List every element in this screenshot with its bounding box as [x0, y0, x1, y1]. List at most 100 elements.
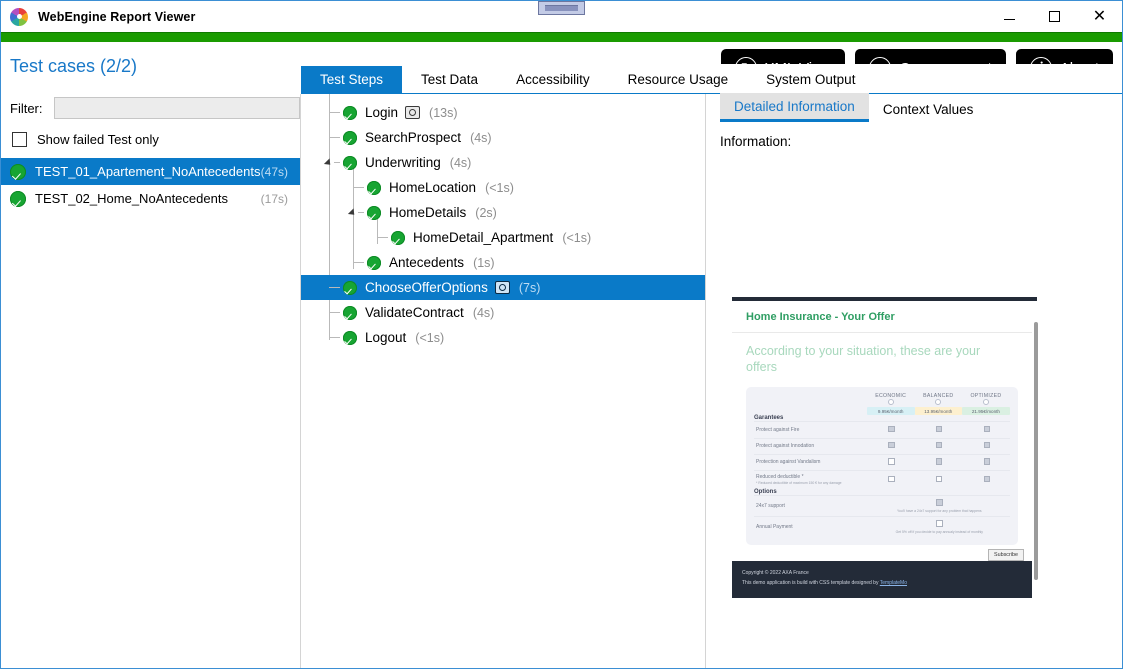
- passed-status-icon: [343, 305, 357, 320]
- tree-node-duration: (<1s): [485, 180, 514, 195]
- footer-copyright: Copyright © 2022 AXA France: [742, 570, 809, 577]
- tree-node-name: HomeLocation: [389, 180, 477, 195]
- tab-label: System Output: [766, 72, 856, 87]
- test-case-name: TEST_01_Apartement_NoAntecedents: [35, 164, 261, 179]
- test-case-list: TEST_01_Apartement_NoAntecedents (47s) T…: [1, 158, 300, 212]
- plan-radio-balanced[interactable]: [935, 399, 942, 406]
- option-note: You'll have a 24x7 support for any probl…: [897, 508, 982, 513]
- expander-arrow-icon[interactable]: [347, 208, 358, 218]
- minimize-icon[interactable]: [987, 1, 1032, 31]
- option-label: Annual Payment: [754, 515, 867, 538]
- plan-radio-economic[interactable]: [887, 399, 894, 406]
- tree-row[interactable]: HomeDetails (2s): [301, 200, 705, 225]
- main-tab-bar: Test Steps Test Data Accessibility Resou…: [301, 64, 1122, 94]
- tree-node-duration: (7s): [518, 280, 541, 295]
- tab-test-data[interactable]: Test Data: [402, 66, 497, 93]
- step-screenshot-preview[interactable]: Home Insurance - Your Offer According to…: [732, 297, 1039, 602]
- guarantee-note: * Reduced deductible of maximum 150 € fo…: [756, 481, 842, 486]
- offer-price-row: 9.95€/month 13.95€/month 21.95€/month: [754, 407, 1010, 416]
- main-area: Filter: Show failed Test only TEST_01_Ap…: [1, 64, 1122, 668]
- guarantee-row: Protection against Vandalism: [754, 453, 1010, 471]
- offer-table-card: ECONOMIC BALANCED OPTIMIZED 9.95€/month …: [746, 387, 1018, 546]
- tab-accessibility[interactable]: Accessibility: [497, 66, 609, 93]
- tree-node-duration: (<1s): [562, 230, 592, 245]
- templatemo-link[interactable]: TemplateMo: [880, 580, 907, 586]
- tree-row[interactable]: ValidateContract (4s): [301, 300, 705, 325]
- tree-row[interactable]: Logout (<1s): [301, 325, 705, 350]
- plan-radio-optimized[interactable]: [982, 399, 989, 406]
- screenshot-camera-icon[interactable]: [405, 106, 421, 119]
- guarantee-label: Protection against Vandalism: [754, 453, 867, 471]
- guarantee-check: [888, 425, 895, 433]
- screenshot-page-title: Home Insurance - Your Offer: [732, 301, 1032, 333]
- test-case-item-1[interactable]: TEST_01_Apartement_NoAntecedents (47s): [1, 158, 300, 185]
- guarantee-check: [888, 475, 895, 483]
- guarantee-row: Protect against Fire: [754, 421, 1010, 439]
- guarantee-check: [888, 442, 895, 449]
- expander-arrow-icon[interactable]: [323, 158, 334, 168]
- guarantee-label: Reduced deductible *: [756, 474, 804, 481]
- screenshot-page: Home Insurance - Your Offer According to…: [732, 301, 1032, 599]
- option-check: [936, 520, 943, 527]
- tree-row[interactable]: HomeLocation (<1s): [301, 175, 705, 200]
- plan-price: 9.95€/month: [866, 407, 915, 416]
- tree-row[interactable]: HomeDetail_Apartment (<1s): [301, 225, 705, 250]
- test-case-name: TEST_02_Home_NoAntecedents: [35, 191, 228, 206]
- tree-node-duration: (13s): [429, 105, 458, 120]
- plan-price: 13.95€/month: [914, 407, 962, 416]
- sub-tab-detailed-information[interactable]: Detailed Information: [720, 93, 869, 122]
- title-bar: WebEngine Report Viewer ✕: [1, 1, 1122, 32]
- screenshot-scrollbar[interactable]: [1033, 319, 1038, 584]
- subscribe-button[interactable]: Subscribe: [988, 549, 1024, 562]
- tab-system-output[interactable]: System Output: [747, 66, 874, 93]
- passed-status-icon: [10, 163, 26, 180]
- test-case-item-2[interactable]: TEST_02_Home_NoAntecedents (17s): [1, 185, 300, 212]
- tree-node-duration: (2s): [475, 205, 497, 220]
- passed-status-icon: [343, 105, 357, 120]
- tree-node-name: SearchProspect: [365, 130, 462, 145]
- offer-radio-row: [754, 399, 1010, 407]
- tree-row[interactable]: Antecedents (1s): [301, 250, 705, 275]
- tree-row[interactable]: SearchProspect (4s): [301, 125, 705, 150]
- option-row: Annual Payment Get 5% off if you decide …: [754, 515, 1010, 538]
- tree-node-name: Underwriting: [365, 155, 441, 170]
- details-sub-tabs: Detailed Information Context Values: [706, 93, 1122, 122]
- screenshot-camera-icon[interactable]: [494, 281, 510, 294]
- filter-input[interactable]: [53, 97, 300, 119]
- tree-node-name: Antecedents: [389, 255, 465, 270]
- guarantee-label: Protect against Fire: [754, 421, 867, 439]
- passed-status-icon: [391, 230, 405, 245]
- tree-node-name: Logout: [365, 330, 407, 345]
- passed-status-icon: [343, 130, 357, 145]
- window-controls: ✕: [987, 1, 1122, 31]
- maximize-icon[interactable]: [1032, 1, 1077, 31]
- passed-status-icon: [10, 190, 26, 207]
- tree-node-duration: (1s): [473, 255, 495, 270]
- test-steps-tree: Login (13s) SearchProspect (4s) Underwri…: [301, 94, 705, 350]
- test-cases-title: Test cases (2/2): [10, 56, 138, 76]
- screenshot-footer: Copyright © 2022 AXA France This demo ap…: [732, 561, 1032, 599]
- passed-status-icon: [343, 155, 357, 170]
- tab-label: Accessibility: [516, 72, 590, 87]
- tab-label: Test Data: [421, 72, 479, 87]
- tree-node-name: HomeDetails: [389, 205, 467, 220]
- show-failed-checkbox[interactable]: [12, 131, 27, 147]
- tree-node-name: ChooseOfferOptions: [365, 280, 488, 295]
- option-note: Get 5% off if you decide to pay annualy …: [895, 529, 984, 534]
- tree-row[interactable]: Login (13s): [301, 100, 705, 125]
- close-icon[interactable]: ✕: [1077, 1, 1122, 31]
- guarantee-label: Protect against Innodation: [754, 437, 867, 455]
- tree-row[interactable]: Underwriting (4s): [301, 150, 705, 175]
- footer-credit: This demo application is build with CSS …: [742, 579, 1022, 589]
- show-failed-checkbox-row[interactable]: Show failed Test only: [1, 125, 300, 153]
- tab-label: Test Steps: [320, 72, 384, 87]
- sub-tab-context-values[interactable]: Context Values: [869, 96, 988, 122]
- tab-resource-usage[interactable]: Resource Usage: [609, 66, 748, 93]
- tree-row-selected[interactable]: ChooseOfferOptions (7s): [301, 275, 705, 300]
- dock-drag-handle[interactable]: [538, 1, 585, 15]
- tab-test-steps[interactable]: Test Steps: [301, 66, 403, 93]
- guarantee-check: [983, 475, 991, 483]
- tree-node-duration: (4s): [449, 155, 472, 170]
- guarantee-check: [936, 442, 943, 449]
- guarantee-check: [888, 458, 895, 465]
